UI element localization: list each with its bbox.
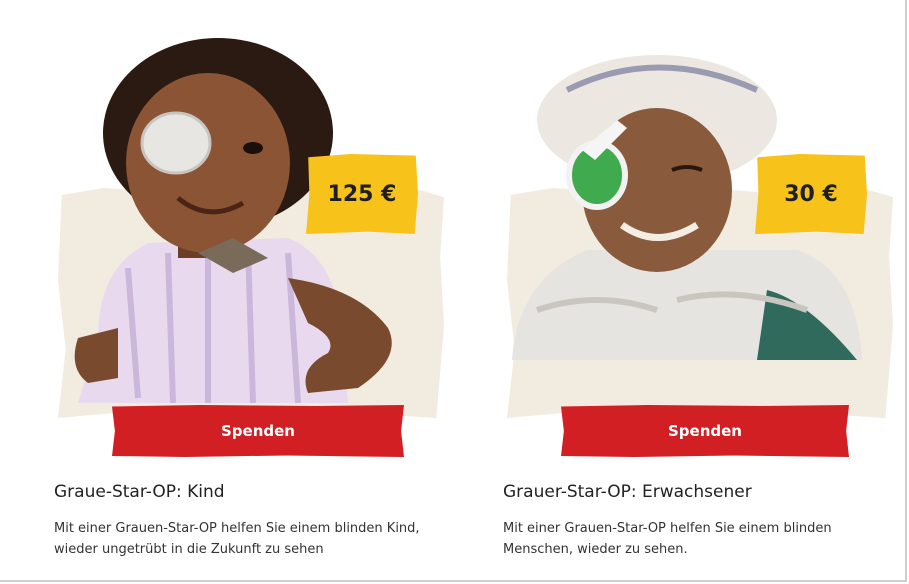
price-tag: 125 €	[306, 154, 418, 234]
price-tag: 30 €	[755, 154, 867, 234]
price-label: 125 €	[327, 181, 397, 207]
card-title: Grauer-Star-OP: Erwachsener	[503, 482, 752, 502]
donation-card-child: 125 € Spenden Graue-Star-OP: Kind Mit ei…	[54, 0, 454, 584]
card-description: Mit einer Grauen-Star-OP helfen Sie eine…	[503, 521, 832, 557]
card-title: Graue-Star-OP: Kind	[54, 482, 225, 502]
donate-button-child[interactable]: Spenden	[112, 405, 404, 457]
donation-card-adult: 30 € Spenden Grauer-Star-OP: Erwachsener…	[503, 0, 903, 584]
card-description: Mit einer Grauen-Star-OP helfen Sie eine…	[54, 521, 420, 557]
donate-button-adult[interactable]: Spenden	[561, 405, 849, 457]
price-label: 30 €	[784, 181, 838, 207]
